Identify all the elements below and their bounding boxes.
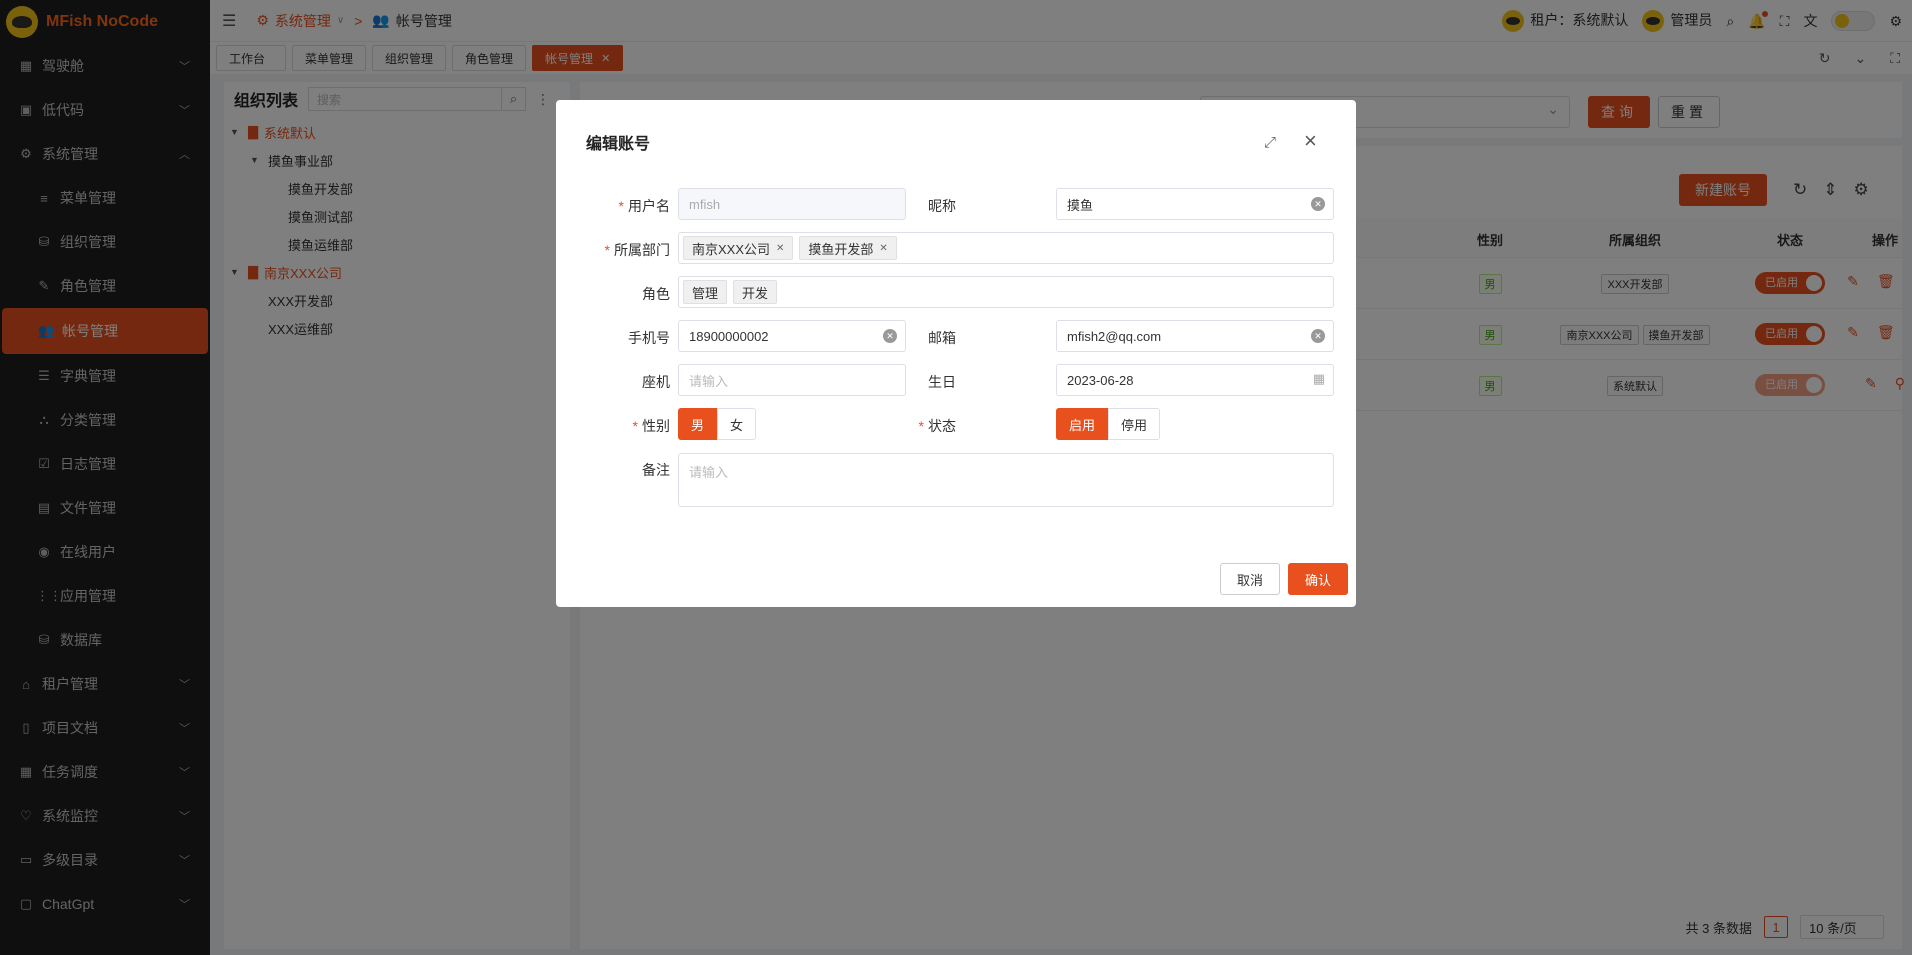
nickname-label: 昵称 [928,198,956,214]
gender-radio-group: 男女 [678,408,757,440]
modal-title: 编辑账号 [586,136,651,153]
status-label: * 状态 [918,418,956,434]
app-root: MFish NoCode ▦驾驶舱﹀▣低代码﹀⚙系统管理︿≡菜单管理⛁组织管理✎… [0,0,1912,955]
email-field[interactable]: mfish2@qq.com ✕ [1056,320,1334,352]
birthday-label: 生日 [928,374,956,390]
phone-field[interactable]: 18900000002 ✕ [678,320,906,352]
email-label: 邮箱 [928,330,956,346]
fullscreen-icon[interactable]: ⤢ [1264,134,1276,151]
landline-field[interactable]: 请输入 [678,364,906,396]
remove-chip-icon[interactable]: ✕ [879,243,887,254]
role-label: 角色 [642,286,670,302]
radio-option[interactable]: 女 [717,408,757,440]
landline-label: 座机 [642,374,670,390]
username-field: mfish [678,188,906,220]
radio-option[interactable]: 启用 [1056,408,1109,440]
nickname-field[interactable]: 摸鱼 ✕ [1056,188,1334,220]
dept-select[interactable]: 南京XXX公司 ✕ 摸鱼开发部 ✕ [678,232,1334,264]
radio-option[interactable]: 男 [678,408,718,440]
status-radio-group: 启用 停用 [1056,408,1161,440]
edit-account-modal: 编辑账号 ⤢ × * 用户名 mfish 昵称 摸鱼 ✕ * 所属部门 南京XXX公司… [556,100,1356,607]
phone-label: 手机号 [628,330,670,346]
select-chip: 管理 [683,280,728,304]
remark-textarea[interactable]: 请输入 [678,453,1334,507]
select-chip: 开发 [733,280,778,304]
clear-icon[interactable]: ✕ [1311,329,1325,343]
dept-label: * 所属部门 [604,242,670,258]
radio-option[interactable]: 停用 [1108,408,1161,440]
calendar-icon: ▦ [1312,371,1325,386]
gender-label: * 性别 [632,418,670,434]
close-icon[interactable]: × [1304,130,1317,152]
confirm-button[interactable]: 确认 [1288,563,1348,595]
cancel-button[interactable]: 取消 [1220,563,1280,595]
chip-label: 南京XXX公司 [692,241,771,257]
chip-label: 管理 [692,285,719,301]
select-chip: 南京XXX公司 ✕ [683,236,794,260]
remove-chip-icon[interactable]: ✕ [776,243,784,254]
role-select[interactable]: 管理 开发 [678,276,1334,308]
birthday-picker[interactable]: 2023-06-28 ▦ [1056,364,1334,396]
clear-icon[interactable]: ✕ [1311,197,1325,211]
chip-label: 开发 [742,285,769,301]
select-chip: 摸鱼开发部 ✕ [799,236,897,260]
remark-label: 备注 [642,462,670,478]
chip-label: 摸鱼开发部 [808,241,874,257]
username-label: * 用户名 [618,198,670,214]
